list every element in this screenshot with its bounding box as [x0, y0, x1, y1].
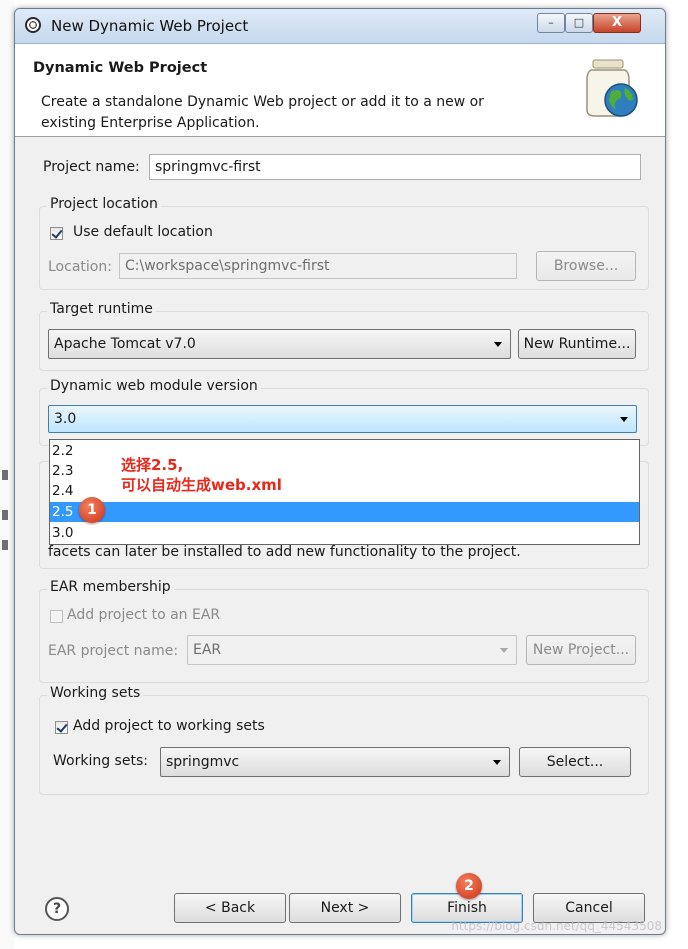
location-label: Location: — [48, 259, 112, 275]
chevron-down-icon — [494, 342, 502, 347]
watermark-text: https://blog.csdn.net/qq_44543508 — [451, 919, 662, 933]
add-to-working-sets-checkbox[interactable] — [55, 721, 68, 734]
add-to-ear-checkbox[interactable] — [50, 610, 63, 623]
minimize-button[interactable]: – — [537, 13, 565, 33]
module-version-value: 3.0 — [54, 411, 77, 427]
module-version-select[interactable]: 3.0 — [48, 405, 637, 433]
edge-glyph — [2, 510, 8, 520]
title-bar[interactable]: New Dynamic Web Project – □ X — [15, 9, 665, 44]
chevron-down-icon — [620, 417, 628, 422]
eclipse-app-icon — [25, 17, 41, 33]
help-icon[interactable]: ? — [45, 897, 69, 921]
jar-globe-icon — [586, 59, 638, 117]
target-runtime-title: Target runtime — [47, 301, 156, 317]
version-option-2-5[interactable]: 2.5 — [50, 502, 639, 522]
ear-project-name-value: EAR — [193, 642, 222, 658]
annotation-badge-1: 1 — [79, 497, 105, 523]
select-working-sets-button[interactable]: Select... — [519, 747, 631, 777]
location-input[interactable]: C:\workspace\springmvc-first — [119, 253, 517, 279]
edge-glyph — [2, 540, 8, 550]
close-button[interactable]: X — [593, 13, 641, 33]
module-version-title: Dynamic web module version — [47, 378, 261, 394]
project-name-label: Project name: — [43, 159, 140, 175]
working-sets-label: Working sets: — [53, 753, 148, 769]
back-button[interactable]: < Back — [174, 893, 286, 923]
window-title: New Dynamic Web Project — [51, 17, 249, 35]
annotation-badge-2: 2 — [456, 873, 482, 899]
banner-title: Dynamic Web Project — [33, 60, 208, 76]
working-sets-value: springmvc — [166, 754, 240, 770]
next-button[interactable]: Next > — [289, 893, 401, 923]
project-location-title: Project location — [47, 196, 161, 212]
chevron-down-icon — [500, 648, 508, 653]
new-runtime-button[interactable]: New Runtime... — [518, 329, 636, 359]
add-to-working-sets-label: Add project to working sets — [73, 718, 265, 734]
browse-button[interactable]: Browse... — [536, 251, 636, 281]
ear-membership-title: EAR membership — [47, 579, 174, 595]
working-sets-title: Working sets — [47, 685, 144, 701]
configuration-description: facets can later be installed to add new… — [48, 544, 521, 560]
annotation-line-1: 选择2.5, — [121, 456, 184, 474]
ear-project-name-select[interactable]: EAR — [187, 635, 517, 665]
project-name-input[interactable]: springmvc-first — [149, 154, 641, 180]
working-sets-group: Working sets — [39, 685, 649, 795]
maximize-button[interactable]: □ — [565, 13, 593, 33]
background-edge — [0, 0, 14, 949]
working-sets-select[interactable]: springmvc — [160, 747, 510, 777]
target-runtime-value: Apache Tomcat v7.0 — [54, 336, 196, 352]
banner-description: Create a standalone Dynamic Web project … — [41, 94, 484, 131]
new-project-button[interactable]: New Project... — [526, 635, 636, 665]
edge-glyph — [2, 470, 8, 480]
target-runtime-select[interactable]: Apache Tomcat v7.0 — [48, 329, 511, 359]
ear-project-name-label: EAR project name: — [48, 643, 179, 659]
chevron-down-icon — [493, 760, 501, 765]
dialog-window: New Dynamic Web Project – □ X Dynamic We… — [14, 8, 666, 935]
version-option-3-0[interactable]: 3.0 — [50, 523, 639, 543]
wizard-banner: Dynamic Web Project Create a standalone … — [15, 44, 665, 137]
use-default-location-checkbox[interactable] — [50, 227, 63, 240]
annotation-line-2: 可以自动生成web.xml — [121, 476, 282, 494]
use-default-location-label: Use default location — [73, 224, 213, 240]
add-to-ear-label: Add project to an EAR — [67, 607, 221, 623]
